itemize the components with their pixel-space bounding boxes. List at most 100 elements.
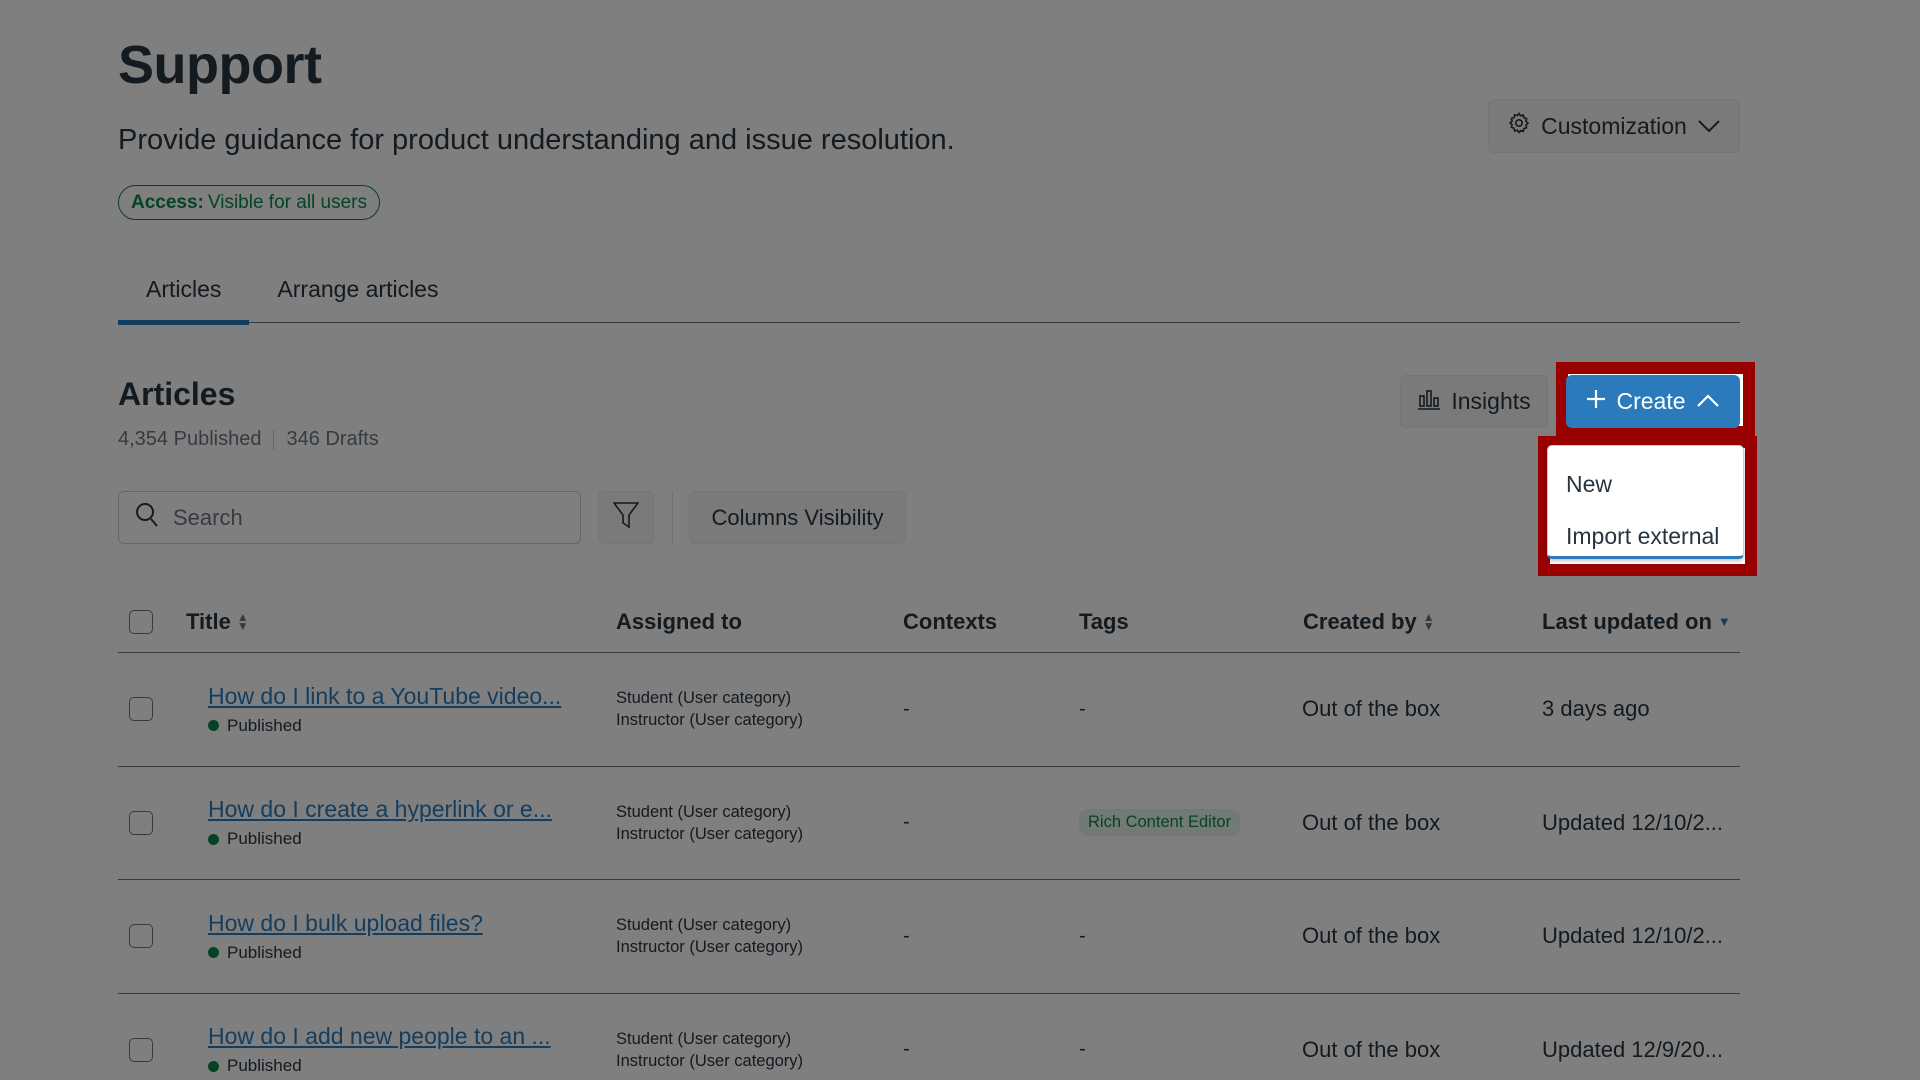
row-checkbox[interactable] [129,697,153,722]
menu-item-import-external[interactable]: Import external [1548,510,1743,562]
created-by-cell: Out of the box [1302,923,1441,949]
status-dot-icon [208,947,219,959]
created-by-cell: Out of the box [1302,696,1441,722]
article-title-link[interactable]: How do I bulk upload files? [208,910,483,937]
contexts-cell: - [903,1038,910,1061]
create-label: Create [1616,388,1686,414]
access-badge: Access: Visible for all users [118,185,380,220]
assigned-item: Instructor (User category) [616,824,804,843]
tab-articles[interactable]: Articles [118,262,250,325]
insights-button[interactable]: Insights [1400,375,1548,428]
article-title-link[interactable]: How do I create a hyperlink or e... [208,796,552,823]
assigned-cell: Student (User category) Instructor (User… [616,767,803,880]
row-select-cell [129,880,153,993]
column-header-title[interactable]: Title ▲ ▼ [186,590,249,653]
table-row: How do I link to a YouTube video... Publ… [118,653,1740,767]
assigned-item: Student (User category) [616,1029,792,1048]
customization-button[interactable]: Customization [1488,99,1740,153]
last-updated-cell: 3 days ago [1542,696,1650,722]
assigned-item: Student (User category) [616,689,792,708]
filter-button[interactable] [598,491,654,544]
page-subtitle: Provide guidance for product understandi… [118,124,955,156]
assigned-item: Student (User category) [616,802,792,821]
status-label: Published [227,715,302,735]
select-all-checkbox[interactable] [129,609,153,634]
articles-heading: Articles [118,376,236,412]
title-cell: How do I create a hyperlink or e... Publ… [208,767,552,880]
columns-visibility-button[interactable]: Columns Visibility [689,491,906,544]
table-row: How do I create a hyperlink or e... Publ… [118,767,1740,880]
column-header-assigned: Assigned to [616,608,742,634]
published-count: 4,354 Published [118,428,262,450]
status-dot-icon [208,720,219,732]
status-label: Published [227,829,302,849]
menu-item-new[interactable]: New [1548,458,1743,510]
column-created-by-label: Created by [1303,608,1417,634]
filter-icon [612,501,640,535]
tag-pill[interactable]: Rich Content Editor [1079,809,1241,837]
last-updated-cell: Updated 12/10/2... [1542,923,1724,949]
select-all-cell [129,590,153,653]
search-input[interactable] [173,504,553,531]
bar-chart-icon [1417,388,1441,416]
assigned-cell: Student (User category) Instructor (User… [616,880,803,993]
assigned-cell: Student (User category) Instructor (User… [616,994,803,1080]
chevron-up-icon [1696,388,1720,415]
assigned-item: Instructor (User category) [616,938,804,957]
status-dot-icon [208,833,219,845]
row-checkbox[interactable] [129,810,153,835]
insights-label: Insights [1451,388,1531,414]
plus-icon [1586,388,1606,415]
row-checkbox[interactable] [129,924,153,949]
assigned-cell: Student (User category) Instructor (User… [616,653,803,766]
status-badge: Published [208,716,302,736]
row-checkbox[interactable] [129,1037,153,1062]
customization-label: Customization [1541,112,1687,139]
column-header-contexts: Contexts [903,608,998,634]
tags-cell: Rich Content Editor [1079,767,1241,880]
status-label: Published [227,942,302,962]
title-cell: How do I bulk upload files? Published [208,880,483,993]
column-header-tags: Tags [1079,608,1129,634]
table-row: How do I bulk upload files? Published St… [118,880,1740,994]
tab-arrange-articles[interactable]: Arrange articles [249,262,466,323]
column-header-created-by[interactable]: Created by ▲ ▼ [1303,590,1435,653]
title-cell: How do I link to a YouTube video... Publ… [208,653,561,766]
tags-cell: - [1079,697,1086,720]
article-counts: 4,354 Published 346 Drafts [118,428,379,451]
count-divider [273,429,275,450]
last-updated-cell: Updated 12/9/20... [1542,1036,1724,1062]
status-label: Published [227,1056,302,1076]
article-title-link[interactable]: How do I link to a YouTube video... [208,683,561,710]
gear-icon [1507,111,1531,141]
column-title-label: Title [186,608,231,634]
sort-desc-icon: ▼ [1717,613,1731,629]
search-icon [135,502,159,533]
search-field[interactable] [118,491,581,544]
status-badge: Published [208,943,302,963]
status-badge: Published [208,1056,302,1076]
article-title-link[interactable]: How do I add new people to an ... [208,1023,551,1050]
create-button[interactable]: Create [1566,375,1740,428]
column-header-last-updated[interactable]: Last updated on ▼ [1542,590,1731,653]
status-dot-icon [208,1060,219,1072]
last-updated-cell: Updated 12/10/2... [1542,809,1724,835]
created-by-cell: Out of the box [1302,809,1441,835]
drafts-count: 346 Drafts [286,428,379,450]
title-cell: How do I add new people to an ... Publis… [208,994,551,1080]
tags-cell: - [1079,924,1086,947]
sort-icon: ▲ ▼ [1422,610,1435,633]
row-select-cell [129,653,153,766]
contexts-cell: - [903,697,910,720]
assigned-item: Instructor (User category) [616,1051,804,1070]
chevron-down-icon [1697,113,1721,140]
column-last-updated-label: Last updated on [1542,608,1712,634]
access-value: Visible for all users [207,191,367,213]
contexts-cell: - [903,924,910,947]
created-by-cell: Out of the box [1302,1036,1441,1062]
table-row: How do I add new people to an ... Publis… [118,994,1740,1080]
tags-cell: - [1079,1038,1086,1061]
sort-icon: ▲ ▼ [236,610,249,633]
create-dropdown-menu: New Import external [1547,445,1744,559]
contexts-cell: - [903,811,910,834]
